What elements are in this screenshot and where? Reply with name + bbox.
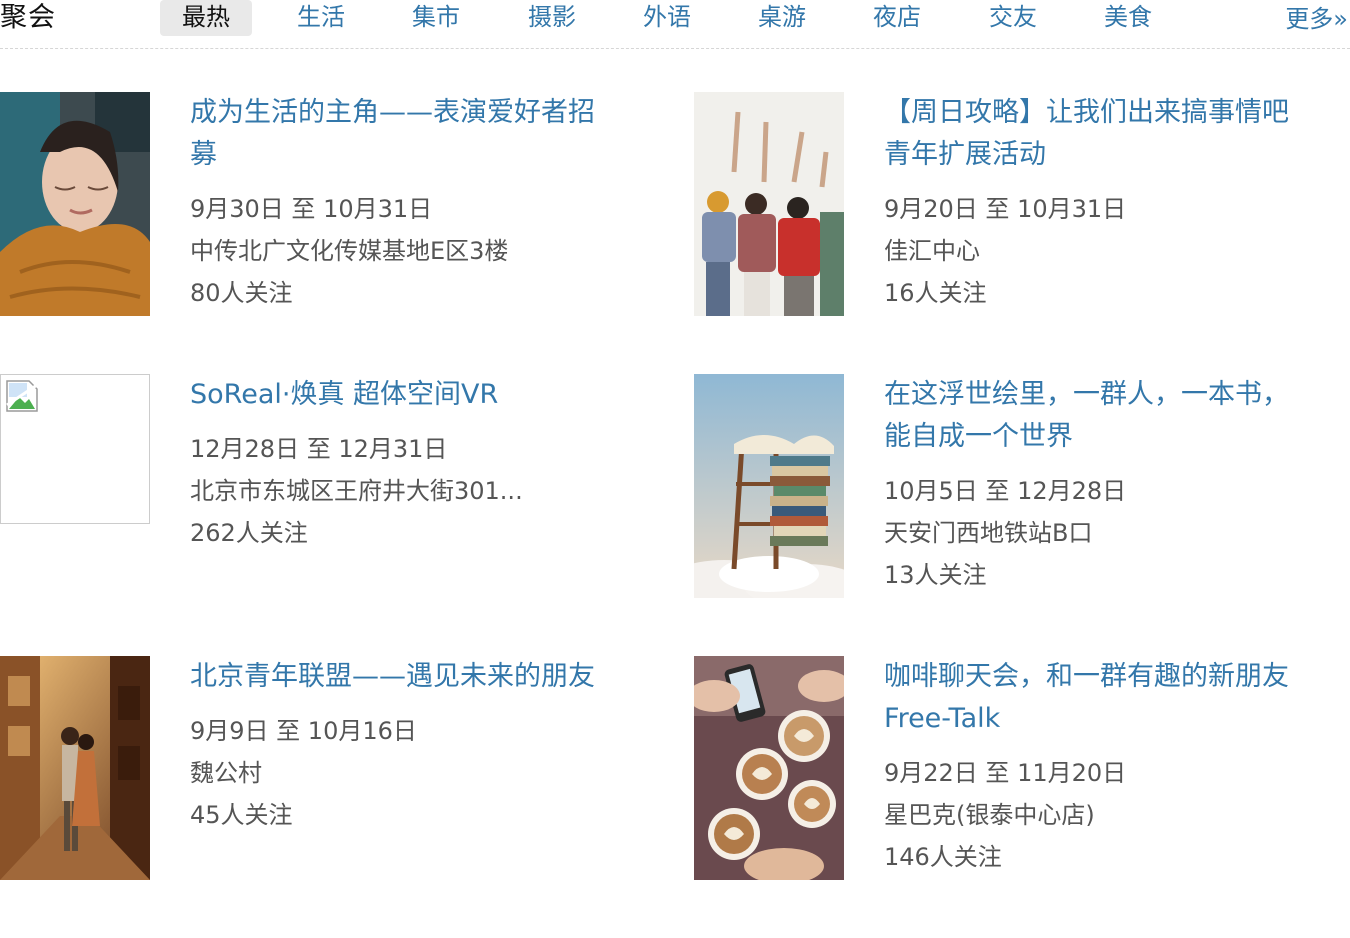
- event-title[interactable]: 【周日攻略】让我们出来搞事情吧 青年扩展活动: [884, 92, 1314, 176]
- tab-nightclub[interactable]: 夜店: [852, 0, 942, 36]
- more-link[interactable]: 更多»: [1285, 2, 1348, 38]
- tab-hottest[interactable]: 最热: [160, 0, 252, 36]
- tab-food[interactable]: 美食: [1083, 0, 1173, 36]
- event-followers: 146人关注: [884, 843, 1002, 871]
- tab-friends[interactable]: 交友: [968, 0, 1058, 36]
- event-thumbnail[interactable]: [694, 656, 844, 880]
- event-dates: 10月5日 至 12月28日: [884, 477, 1127, 505]
- event-meta: 9月9日 至 10月16日 魏公村 45人关注: [190, 710, 630, 836]
- event-meta: 9月20日 至 10月31日 佳汇中心 16人关注: [884, 188, 1324, 314]
- event-title[interactable]: 在这浮世绘里，一群人，一本书，能自成一个世界: [884, 374, 1314, 458]
- event-followers: 80人关注: [190, 279, 293, 307]
- tab-board-games[interactable]: 桌游: [737, 0, 827, 36]
- event-dates: 9月20日 至 10月31日: [884, 195, 1127, 223]
- broken-image-icon: [6, 380, 38, 412]
- event-followers: 16人关注: [884, 279, 987, 307]
- event-title[interactable]: 咖啡聊天会，和一群有趣的新朋友 Free-Talk: [884, 656, 1314, 740]
- event-title[interactable]: 成为生活的主角——表演爱好者招募: [190, 92, 620, 176]
- event-card: 咖啡聊天会，和一群有趣的新朋友 Free-Talk 9月22日 至 11月20日…: [694, 656, 1334, 886]
- event-location: 星巴克(银泰中心店): [884, 801, 1095, 829]
- event-dates: 12月28日 至 12月31日: [190, 435, 448, 463]
- event-location: 佳汇中心: [884, 237, 980, 265]
- event-thumbnail[interactable]: [694, 374, 844, 598]
- event-location: 北京市东城区王府井大街301...: [190, 477, 523, 505]
- event-card: SoReal·焕真 超体空间VR 12月28日 至 12月31日 北京市东城区王…: [0, 374, 640, 604]
- event-meta: 9月30日 至 10月31日 中传北广文化传媒基地E区3楼 80人关注: [190, 188, 630, 314]
- event-card: 【周日攻略】让我们出来搞事情吧 青年扩展活动 9月20日 至 10月31日 佳汇…: [694, 92, 1334, 322]
- event-followers: 262人关注: [190, 519, 308, 547]
- event-thumbnail[interactable]: [0, 92, 150, 316]
- tab-photography[interactable]: 摄影: [507, 0, 597, 36]
- tab-languages[interactable]: 外语: [622, 0, 712, 36]
- section-title: 聚会: [0, 2, 56, 33]
- event-meta: 10月5日 至 12月28日 天安门西地铁站B口 13人关注: [884, 470, 1324, 596]
- event-dates: 9月22日 至 11月20日: [884, 759, 1127, 787]
- event-followers: 13人关注: [884, 561, 987, 589]
- tab-life[interactable]: 生活: [276, 0, 366, 36]
- event-thumbnail[interactable]: [0, 374, 150, 524]
- event-dates: 9月9日 至 10月16日: [190, 717, 417, 745]
- tab-market[interactable]: 集市: [391, 0, 481, 36]
- event-card: 在这浮世绘里，一群人，一本书，能自成一个世界 10月5日 至 12月28日 天安…: [694, 374, 1334, 604]
- event-location: 魏公村: [190, 759, 262, 787]
- event-thumbnail[interactable]: [0, 656, 150, 880]
- event-title[interactable]: 北京青年联盟——遇见未来的朋友: [190, 656, 620, 698]
- event-card: 成为生活的主角——表演爱好者招募 9月30日 至 10月31日 中传北广文化传媒…: [0, 92, 640, 322]
- event-meta: 9月22日 至 11月20日 星巴克(银泰中心店) 146人关注: [884, 752, 1324, 878]
- event-location: 天安门西地铁站B口: [884, 519, 1093, 547]
- event-followers: 45人关注: [190, 801, 293, 829]
- event-dates: 9月30日 至 10月31日: [190, 195, 433, 223]
- event-location: 中传北广文化传媒基地E区3楼: [190, 237, 509, 265]
- category-nav: 聚会 最热 生活 集市 摄影 外语 桌游 夜店 交友 美食 更多»: [0, 0, 1350, 49]
- event-thumbnail[interactable]: [694, 92, 844, 316]
- event-title[interactable]: SoReal·焕真 超体空间VR: [190, 374, 620, 416]
- event-meta: 12月28日 至 12月31日 北京市东城区王府井大街301... 262人关注: [190, 428, 630, 554]
- event-card: 北京青年联盟——遇见未来的朋友 9月9日 至 10月16日 魏公村 45人关注: [0, 656, 640, 886]
